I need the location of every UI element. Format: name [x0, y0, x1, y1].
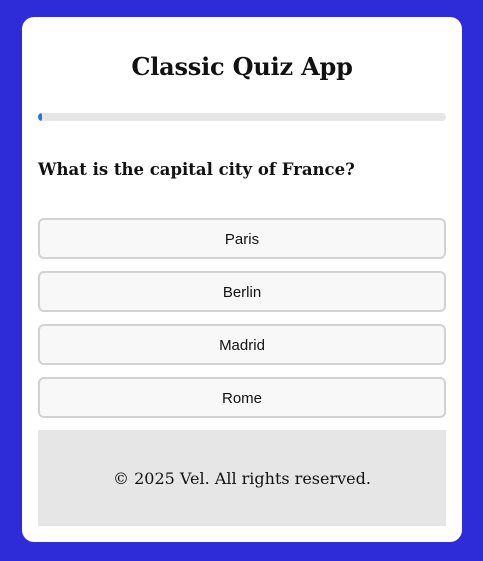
progress-bar: [38, 113, 446, 121]
footer: © 2025 Vel. All rights reserved.: [38, 430, 446, 526]
page-title: Classic Quiz App: [131, 52, 353, 81]
copyright-text: © 2025 Vel. All rights reserved.: [113, 468, 371, 488]
answer-options: Paris Berlin Madrid Rome: [38, 218, 446, 430]
question-text: What is the capital city of France?: [38, 160, 355, 179]
answer-option-berlin[interactable]: Berlin: [38, 271, 446, 312]
answer-option-madrid[interactable]: Madrid: [38, 324, 446, 365]
quiz-card: Classic Quiz App What is the capital cit…: [22, 17, 462, 542]
progress-bar-fill: [38, 113, 43, 121]
answer-option-paris[interactable]: Paris: [38, 218, 446, 259]
answer-option-rome[interactable]: Rome: [38, 377, 446, 418]
